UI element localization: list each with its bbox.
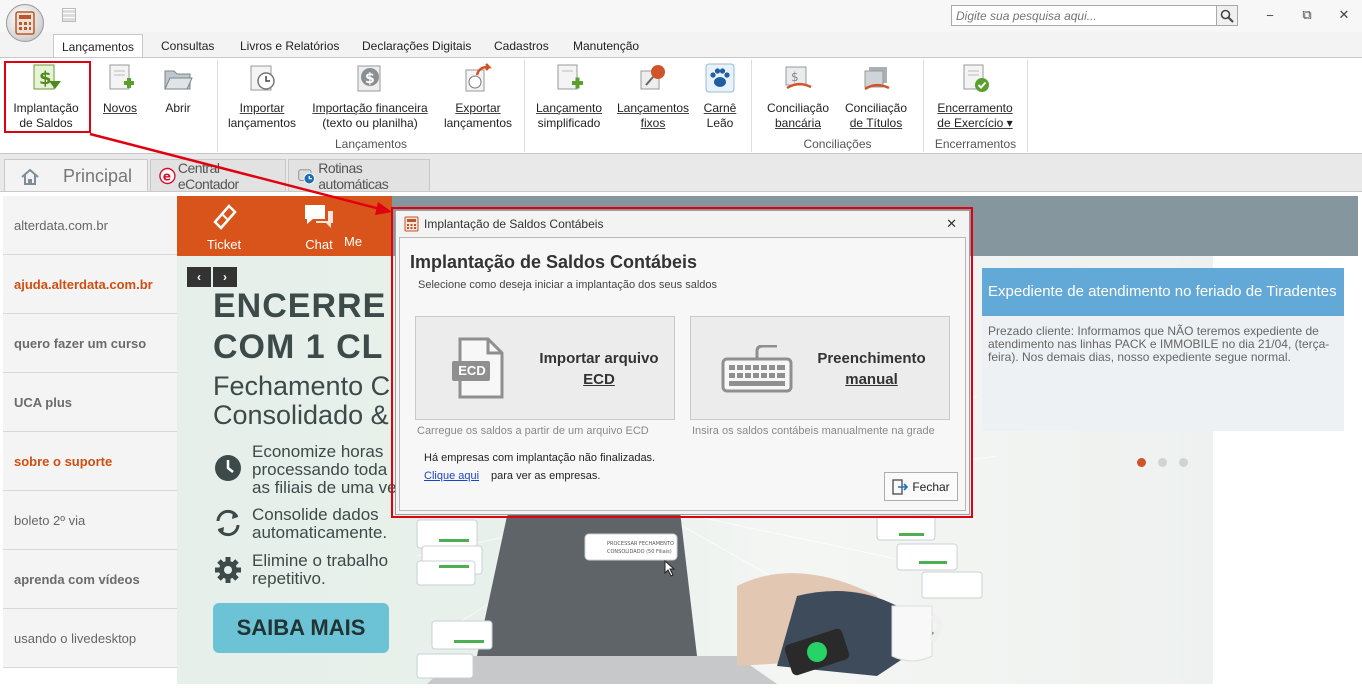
title-bar: − ⧉ ✕ bbox=[0, 0, 1362, 32]
sidebar-item-ajuda[interactable]: ajuda.alterdata.com.br bbox=[3, 255, 177, 314]
carousel-dot-1[interactable] bbox=[1137, 458, 1146, 467]
lancamentos-fixos-button[interactable]: Lançamentos fixos bbox=[616, 62, 690, 131]
tab-manutencao[interactable]: Manutenção bbox=[565, 34, 647, 57]
lancamento-simplificado-button[interactable]: Lançamento simplificado bbox=[532, 62, 606, 131]
more-button[interactable]: Me bbox=[344, 234, 384, 249]
ribbon-panel: $ Implantação de Saldos Novos Abrir Impo… bbox=[0, 57, 1362, 154]
ticket-icon bbox=[213, 204, 237, 230]
ticket-button[interactable]: Ticket bbox=[184, 202, 264, 252]
news-body: Prezado cliente: Informamos que NÃO tere… bbox=[988, 324, 1330, 364]
importacao-financeira-button[interactable]: $ Importação financeira (texto ou planil… bbox=[310, 62, 430, 131]
news-card[interactable]: Expediente de atendimento no feriado de … bbox=[982, 268, 1344, 431]
financial-import-icon: $ bbox=[357, 65, 381, 92]
title-reconcile-icon bbox=[864, 67, 890, 91]
close-year-check-icon bbox=[963, 64, 989, 92]
minimize-button[interactable]: − bbox=[1259, 6, 1281, 24]
abrir-button[interactable]: Abrir bbox=[158, 62, 198, 116]
sidebar-item-livedesktop[interactable]: usando o livedesktop bbox=[3, 609, 177, 668]
saiba-mais-button[interactable]: SAIBA MAIS bbox=[213, 603, 389, 653]
ribbon-tab-bar: Lançamentos Consultas Livros e Relatório… bbox=[0, 33, 1362, 58]
conciliacao-bancaria-button[interactable]: $ Conciliação bancária bbox=[762, 62, 834, 131]
close-window-button[interactable]: ✕ bbox=[1333, 6, 1355, 24]
application-window: − ⧉ ✕ Lançamentos Consultas Livros e Rel… bbox=[0, 0, 1362, 700]
group-label-conciliacoes: Conciliações bbox=[803, 137, 872, 151]
novos-button[interactable]: Novos bbox=[99, 62, 141, 116]
encerramento-exercicio-button[interactable]: Encerramento de Exercício ▾ bbox=[934, 62, 1016, 131]
news-title: Expediente de atendimento no feriado de … bbox=[982, 268, 1344, 316]
svg-text:e: e bbox=[163, 170, 171, 184]
pin-icon bbox=[640, 65, 665, 90]
highlight-box-implantacao bbox=[4, 61, 91, 133]
tab-principal[interactable]: Principal bbox=[4, 159, 148, 193]
hero-subtitle-2: Consolidado & bbox=[213, 400, 389, 430]
sidebar-item-alterdata[interactable]: alterdata.com.br bbox=[3, 196, 177, 255]
econtador-e-icon: e bbox=[159, 167, 176, 185]
tab-consultas[interactable]: Consultas bbox=[153, 34, 222, 57]
restore-button[interactable]: ⧉ bbox=[1296, 6, 1318, 24]
chat-icon bbox=[305, 205, 333, 228]
paw-icon bbox=[705, 63, 735, 93]
highlight-box-dialog bbox=[391, 207, 973, 518]
sync-icon bbox=[213, 508, 243, 538]
search-icon bbox=[1220, 9, 1234, 23]
home-icon bbox=[21, 168, 39, 185]
sidebar-item-curso[interactable]: quero fazer um curso bbox=[3, 314, 177, 373]
tab-rotinas-automaticas[interactable]: Rotinas automáticas bbox=[288, 159, 430, 192]
conciliacao-titulos-button[interactable]: Conciliação de Títulos bbox=[840, 62, 912, 131]
sidebar-links: alterdata.com.br ajuda.alterdata.com.br … bbox=[3, 196, 177, 668]
hero-subtitle-1: Fechamento C bbox=[213, 371, 391, 401]
search-input[interactable] bbox=[951, 5, 1217, 26]
hero-headline-2: COM 1 CL bbox=[213, 328, 384, 366]
open-folder-icon bbox=[164, 70, 193, 90]
group-label-encerramentos: Encerramentos bbox=[934, 137, 1017, 151]
export-arrow-icon bbox=[465, 63, 493, 92]
carousel-next-button[interactable]: › bbox=[213, 267, 237, 287]
tab-cadastros[interactable]: Cadastros bbox=[486, 34, 557, 57]
page-tab-bar: Principal e Central eContador Rotinas au… bbox=[0, 154, 1362, 193]
group-label-lancamentos: Lançamentos bbox=[334, 137, 408, 151]
bank-reconcile-icon: $ bbox=[785, 66, 812, 90]
sidebar-item-videos[interactable]: aprenda com vídeos bbox=[3, 550, 177, 609]
svg-text:$: $ bbox=[365, 71, 375, 87]
tab-livros-relatorios[interactable]: Livros e Relatórios bbox=[232, 34, 347, 57]
gear-icon bbox=[213, 555, 243, 585]
sidebar-item-suporte[interactable]: sobre o suporte bbox=[3, 432, 177, 491]
clock-icon bbox=[213, 453, 243, 483]
simple-entry-icon bbox=[557, 64, 583, 90]
robot-clock-icon bbox=[298, 169, 315, 185]
tab-lancamentos[interactable]: Lançamentos bbox=[53, 34, 144, 58]
feature-2-text: Consolide dados automaticamente. bbox=[252, 505, 388, 542]
carousel-dot-2[interactable] bbox=[1158, 458, 1167, 467]
sidebar-item-uca-plus[interactable]: UCA plus bbox=[3, 373, 177, 432]
carousel-prev-button[interactable]: ‹ bbox=[187, 267, 211, 287]
tab-central-econtador[interactable]: e Central eContador bbox=[150, 159, 286, 192]
tab-declaracoes-digitais[interactable]: Declarações Digitais bbox=[354, 34, 479, 57]
svg-text:$: $ bbox=[791, 70, 799, 84]
carousel-dot-3[interactable] bbox=[1179, 458, 1188, 467]
new-document-icon bbox=[109, 64, 134, 90]
search-button[interactable] bbox=[1216, 5, 1238, 26]
import-clock-icon bbox=[250, 65, 275, 91]
support-bar: Ticket Chat Me bbox=[177, 196, 392, 256]
svg-text:CONSOLIDADO (50 Filiais): CONSOLIDADO (50 Filiais) bbox=[607, 549, 672, 555]
sidebar-item-boleto[interactable]: boleto 2º via bbox=[3, 491, 177, 550]
carne-leao-button[interactable]: Carnê Leão bbox=[700, 62, 740, 131]
exportar-lancamentos-button[interactable]: Exportar lançamentos bbox=[440, 62, 516, 131]
app-menu-orb[interactable] bbox=[6, 4, 44, 42]
feature-1-text: Economize horas processando toda as filiai… bbox=[252, 442, 397, 497]
feature-3-text: Elimine o trabalho repetitivo. bbox=[252, 551, 389, 588]
calculator-icon bbox=[15, 11, 35, 35]
hero-headline-1: ENCERRE bbox=[213, 287, 387, 325]
quick-access-grid-icon[interactable] bbox=[62, 8, 76, 22]
svg-text:PROCESSAR FECHAMENTO: PROCESSAR FECHAMENTO bbox=[607, 541, 674, 547]
importar-lancamentos-button[interactable]: Importar lançamentos bbox=[224, 62, 300, 131]
